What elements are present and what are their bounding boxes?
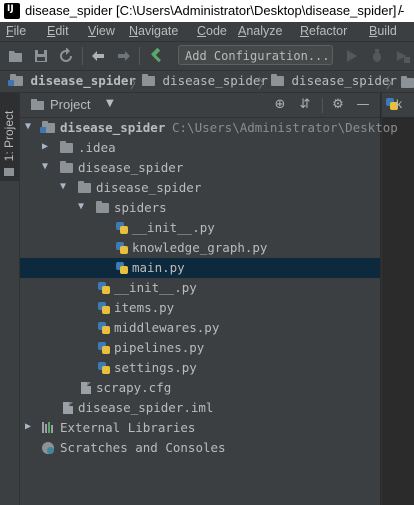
main-toolbar: Add Configuration... (0, 42, 414, 71)
tree-row-file[interactable]: pipelines.py (20, 338, 380, 358)
breadcrumb-item-3[interactable]: disease_spider (271, 73, 397, 88)
config-file-icon (81, 382, 91, 394)
scratches-icon (42, 442, 54, 454)
folder-icon (78, 181, 91, 193)
tree-row-file[interactable]: __init__.py (20, 218, 380, 238)
expand-arrow-icon[interactable]: ▼ (25, 121, 35, 132)
chevron-down-icon[interactable]: ▼ (106, 98, 114, 109)
menu-build[interactable]: Build (369, 24, 397, 38)
sync-icon[interactable] (58, 48, 74, 64)
folder-icon (401, 76, 414, 88)
tree-row-file-selected[interactable]: main.py (20, 258, 380, 278)
project-view-icon (31, 99, 44, 110)
run-with-coverage-icon[interactable] (394, 48, 410, 64)
tool-window-strip: 1: Project (0, 93, 20, 505)
breadcrumb: disease_spider 〉 disease_spider 〉 diseas… (0, 71, 414, 93)
python-file-icon (98, 342, 110, 354)
menu-file[interactable]: File (6, 24, 26, 38)
editor-tab-label: k (396, 97, 402, 111)
project-folder-icon (4, 168, 14, 176)
module-folder-icon (40, 121, 55, 133)
folder-icon (96, 201, 109, 213)
collapse-all-icon[interactable]: ⇵ (298, 98, 312, 112)
tree-row-file[interactable]: __init__.py (20, 278, 380, 298)
collapse-arrow-icon[interactable]: ▶ (42, 141, 52, 152)
python-file-icon (116, 222, 128, 234)
back-icon[interactable] (90, 48, 106, 64)
save-icon[interactable] (33, 48, 49, 64)
menu-analyze[interactable]: Analyze (238, 24, 282, 38)
window-title: disease_spider [C:\Users\Administrator\D… (25, 3, 405, 18)
tree-row-external-libraries[interactable]: ▶ External Libraries (20, 418, 380, 438)
tree-row-project-root[interactable]: ▼ disease_spider C:\Users\Administrator\… (20, 118, 398, 138)
tree-row-scratches[interactable]: Scratches and Consoles (20, 438, 380, 458)
tree-row-spiders[interactable]: ▼ spiders (20, 198, 380, 218)
python-file-icon (116, 262, 128, 274)
breadcrumb-item-2[interactable]: disease_spider (142, 73, 268, 88)
folder-icon (142, 74, 155, 86)
expand-arrow-icon[interactable]: ▼ (60, 181, 70, 192)
folder-icon (271, 74, 284, 86)
tree-row-idea[interactable]: ▶ .idea (20, 138, 380, 158)
toolbar-separator (139, 47, 140, 65)
run-icon[interactable] (343, 48, 359, 64)
folder-open-icon[interactable] (8, 48, 24, 64)
breadcrumb-separator-icon: 〉 (258, 77, 272, 92)
tree-row-file[interactable]: items.py (20, 298, 380, 318)
tree-row-package[interactable]: ▼ disease_spider (20, 158, 380, 178)
menu-view[interactable]: View (88, 24, 115, 38)
python-file-icon (98, 322, 110, 334)
project-tree[interactable]: ▼ disease_spider C:\Users\Administrator\… (20, 118, 398, 505)
locate-icon[interactable]: ⊕ (273, 98, 287, 112)
menu-navigate[interactable]: Navigate (129, 24, 178, 38)
expand-arrow-icon[interactable]: ▼ (42, 161, 52, 172)
menu-refactor[interactable]: Refactor (300, 24, 347, 38)
library-icon (42, 422, 55, 433)
build-hammer-icon[interactable] (148, 48, 164, 64)
title-bar: disease_spider [C:\Users\Administrator\D… (0, 0, 414, 22)
breadcrumb-separator-icon: 〉 (386, 77, 400, 92)
python-file-icon (116, 242, 128, 254)
project-tool-tab-label: 1: Project (2, 110, 16, 162)
menu-bar: File Edit View Navigate Code Analyze Ref… (0, 22, 414, 42)
breadcrumb-item-root[interactable]: disease_spider (8, 73, 136, 88)
editor-area[interactable] (381, 118, 414, 505)
header-separator (322, 98, 323, 113)
intellij-app-icon (4, 3, 20, 19)
project-panel-title[interactable]: Project (50, 97, 90, 112)
window-control-partial[interactable]: / (398, 2, 402, 18)
forward-icon[interactable] (116, 48, 132, 64)
add-configuration-button[interactable]: Add Configuration... (178, 45, 333, 65)
folder-icon (60, 141, 73, 153)
project-panel-header: Project ▼ ⊕ ⇵ ⚙ — (20, 93, 380, 118)
expand-arrow-icon[interactable]: ▼ (78, 201, 88, 212)
module-file-icon (63, 402, 73, 414)
tree-row-file[interactable]: settings.py (20, 358, 380, 378)
tree-row-file[interactable]: knowledge_graph.py (20, 238, 380, 258)
module-folder-icon (8, 74, 23, 86)
tree-row-file[interactable]: middlewares.py (20, 318, 380, 338)
toolbar-separator (82, 47, 83, 65)
menu-code[interactable]: Code (197, 24, 227, 38)
folder-icon (60, 161, 73, 173)
tree-row-file[interactable]: disease_spider.iml (20, 398, 380, 418)
tree-row-file[interactable]: scrapy.cfg (20, 378, 380, 398)
tree-row-subpackage[interactable]: ▼ disease_spider (20, 178, 380, 198)
project-tool-tab[interactable]: 1: Project (0, 93, 19, 181)
collapse-arrow-icon[interactable]: ▶ (25, 421, 35, 432)
python-file-icon (98, 362, 110, 374)
settings-icon[interactable]: ⚙ (331, 98, 345, 112)
python-file-icon (98, 282, 110, 294)
hide-icon[interactable]: — (356, 98, 370, 112)
editor-tab[interactable]: k (381, 93, 414, 117)
debug-icon[interactable] (369, 48, 385, 64)
menu-edit[interactable]: Edit (47, 24, 69, 38)
python-file-icon (98, 302, 110, 314)
